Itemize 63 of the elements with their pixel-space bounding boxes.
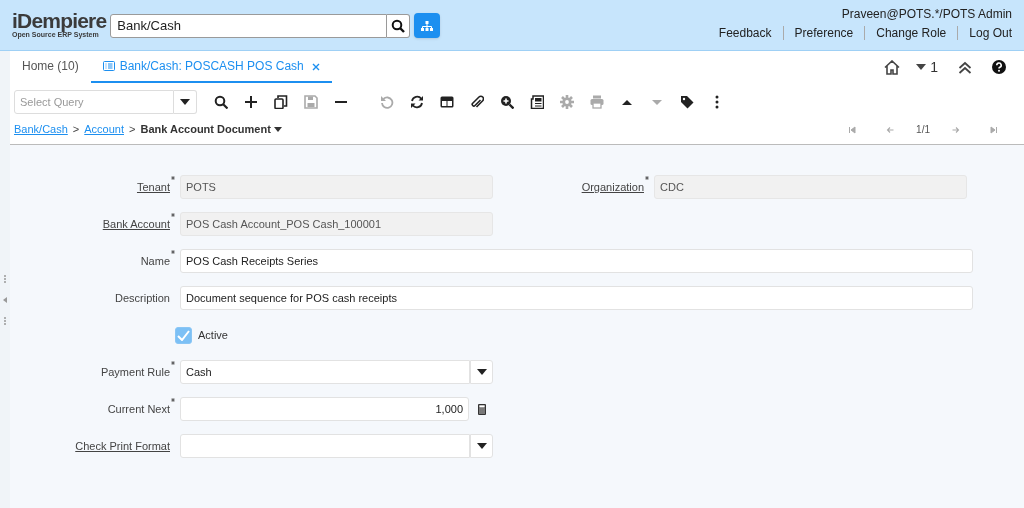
field-label: Payment Rule	[100, 364, 170, 380]
breadcrumb-link[interactable]: Bank/Cash	[14, 121, 68, 138]
header-link[interactable]: Log Out	[969, 25, 1012, 41]
refresh-icon[interactable]	[410, 95, 424, 109]
field-label[interactable]: Tenant	[136, 178, 170, 196]
text-field[interactable]: POS Cash Receipts Series	[180, 249, 973, 273]
readonly-field: CDC	[654, 175, 967, 199]
dropdown-button[interactable]	[470, 434, 493, 458]
query-field[interactable]: Select Query	[14, 90, 174, 114]
dropdown-button[interactable]	[470, 360, 493, 384]
header-link[interactable]: Preference	[794, 25, 854, 41]
double-chevron-icon[interactable]	[958, 60, 972, 74]
close-icon[interactable]	[311, 63, 320, 71]
checkbox-label: Active	[198, 327, 228, 343]
home-icon[interactable]	[884, 59, 901, 75]
sitemap-icon	[421, 20, 434, 31]
text-field[interactable]: Document sequence for POS cash receipts	[180, 286, 973, 310]
header-link[interactable]: Change Role	[876, 25, 947, 41]
help-icon[interactable]	[992, 60, 1006, 74]
user-role-label: Praveen@POTS.*/POTS Admin	[841, 6, 1012, 22]
field-label: Description	[114, 290, 170, 306]
collapsed-count-button[interactable]: 1	[916, 56, 938, 78]
search-button[interactable]	[387, 14, 411, 38]
field-label: Name	[140, 253, 170, 269]
tag-icon[interactable]	[680, 95, 694, 109]
tab[interactable]: Home (10)	[10, 51, 91, 83]
dropdown-button[interactable]	[174, 90, 197, 114]
breadcrumb-current[interactable]: Bank Account Document	[140, 121, 282, 138]
breadcrumb-separator: >	[72, 122, 80, 138]
table-icon[interactable]	[440, 95, 454, 109]
field-label[interactable]: Check Print Format	[75, 437, 170, 455]
logo-wordmark: iDempiere	[12, 11, 107, 31]
zoom-in-icon[interactable]	[500, 95, 514, 109]
header-link[interactable]: Feedback	[718, 25, 772, 41]
caret-icon	[273, 127, 282, 132]
check-icon	[177, 329, 190, 341]
checkbox[interactable]	[175, 326, 192, 344]
number-field[interactable]: 1,000	[180, 397, 469, 421]
caret-icon	[476, 443, 487, 449]
record-counter: 1/1	[916, 123, 930, 137]
newspaper-icon[interactable]	[530, 95, 544, 109]
tab[interactable]: Bank/Cash: POSCASH POS Cash	[90, 51, 332, 83]
field-label[interactable]: Bank Account	[102, 215, 170, 233]
breadcrumb-separator: >	[129, 122, 136, 138]
field-label: Current Next	[107, 401, 170, 417]
search-icon[interactable]	[214, 95, 228, 109]
list-icon	[102, 61, 115, 71]
copy-icon[interactable]	[274, 95, 288, 109]
calculator-icon[interactable]	[478, 403, 486, 415]
caret-icon	[916, 64, 927, 70]
search-field[interactable]: Bank/Cash	[110, 14, 388, 38]
paperclip-icon[interactable]	[470, 95, 484, 109]
collapse-arrow-icon[interactable]	[3, 296, 7, 303]
caret-icon	[180, 99, 190, 105]
select-field[interactable]	[180, 434, 470, 458]
caret-icon	[476, 369, 487, 375]
select-field[interactable]: Cash	[180, 360, 470, 384]
plus-icon[interactable]	[244, 95, 258, 109]
breadcrumb-link[interactable]: Account	[84, 121, 124, 138]
readonly-field: POTS	[180, 175, 493, 199]
readonly-field: POS Cash Account_POS Cash_100001	[180, 212, 493, 236]
search-icon	[391, 19, 406, 33]
field-label[interactable]: Organization	[581, 178, 644, 196]
